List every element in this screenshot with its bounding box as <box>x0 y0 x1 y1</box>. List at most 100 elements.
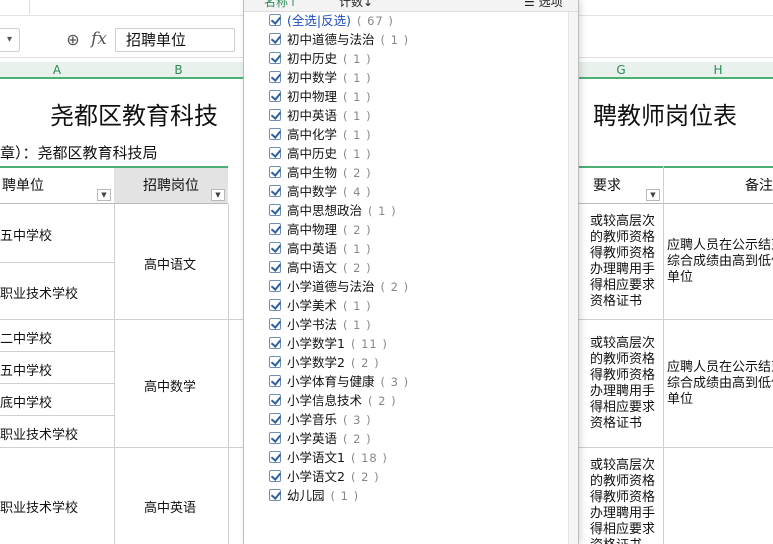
filter-item-label: 高中化学 <box>287 127 338 142</box>
options-button[interactable]: ☰ 选项 <box>524 0 563 10</box>
options-label: 选项 <box>538 0 563 9</box>
position-cell[interactable]: 高中英语 <box>144 497 196 516</box>
header-notes[interactable]: 备注 <box>663 166 773 204</box>
formula-input[interactable]: 招聘单位 <box>115 28 235 52</box>
checkbox-checked-icon[interactable] <box>269 375 281 387</box>
checkbox-checked-icon[interactable] <box>269 242 281 254</box>
checkbox-checked-icon[interactable] <box>269 223 281 235</box>
unit-cell[interactable]: 职业技术学校 <box>0 283 78 302</box>
filter-item-label: 初中英语 <box>287 108 338 123</box>
chevron-down-icon[interactable]: ▾ <box>0 28 20 52</box>
requirements-cell[interactable]: 或较高层次 的教师资格 得教师资格 办理聘用手 得相应要求 资格证书 <box>590 214 655 310</box>
filter-select-all[interactable]: (全选|反选) ( 67 ) <box>269 11 394 30</box>
column-header-h[interactable]: H <box>663 62 773 79</box>
filter-list-item[interactable]: 小学数学1 ( 11 ) <box>269 334 388 353</box>
filter-list-item[interactable]: 初中道德与法治 ( 1 ) <box>269 30 409 49</box>
filter-list-item[interactable]: 高中思想政治 ( 1 ) <box>269 201 397 220</box>
header-requirements[interactable]: 要求 ▼ <box>579 166 663 204</box>
checkbox-checked-icon[interactable] <box>269 432 281 444</box>
filter-list-item[interactable]: 高中化学 ( 1 ) <box>269 125 372 144</box>
unit-cell[interactable]: 底中学校 <box>0 392 52 411</box>
column-header-a[interactable]: A <box>0 62 114 79</box>
filter-list-item[interactable]: 高中生物 ( 2 ) <box>269 163 372 182</box>
checkbox-checked-icon[interactable] <box>269 109 281 121</box>
checkbox-checked-icon[interactable] <box>269 33 281 45</box>
filter-item-count: ( 2 ) <box>343 223 372 237</box>
header-unit[interactable]: 聘单位 ▼ <box>0 166 114 204</box>
filter-list-item[interactable]: 小学美术 ( 1 ) <box>269 296 372 315</box>
checkbox-checked-icon[interactable] <box>269 337 281 349</box>
filter-list-item[interactable]: 小学英语 ( 2 ) <box>269 429 372 448</box>
filter-list-item[interactable]: 初中历史 ( 1 ) <box>269 49 372 68</box>
requirements-cell[interactable]: 或较高层次 的教师资格 得教师资格 办理聘用手 得相应要求 资格证书 <box>590 458 655 544</box>
sheet-tab-fragment[interactable] <box>0 0 30 14</box>
requirements-cell[interactable]: 或较高层次 的教师资格 得教师资格 办理聘用手 得相应要求 资格证书 <box>590 336 655 432</box>
filter-list-item[interactable]: 高中语文 ( 2 ) <box>269 258 372 277</box>
select-all-label[interactable]: (全选|反选) <box>287 13 351 28</box>
checkbox-checked-icon[interactable] <box>269 90 281 102</box>
select-all-count: ( 67 ) <box>356 14 394 28</box>
checkbox-checked-icon[interactable] <box>269 128 281 140</box>
checkbox-checked-icon[interactable] <box>269 356 281 368</box>
checkbox-checked-icon[interactable] <box>269 71 281 83</box>
filter-list-item[interactable]: 高中历史 ( 1 ) <box>269 144 372 163</box>
checkbox-checked-icon[interactable] <box>269 413 281 425</box>
filter-item-count: ( 1 ) <box>343 90 372 104</box>
column-header-g[interactable]: G <box>579 62 663 79</box>
filter-list-item[interactable]: 小学语文1 ( 18 ) <box>269 448 388 467</box>
checkbox-checked-icon[interactable] <box>269 261 281 273</box>
filter-list-item[interactable]: 小学信息技术 ( 2 ) <box>269 391 397 410</box>
checkbox-checked-icon[interactable] <box>269 185 281 197</box>
header-unit-label: 聘单位 <box>2 178 44 194</box>
filter-list-item[interactable]: 小学体育与健康 ( 3 ) <box>269 372 409 391</box>
checkbox-checked-icon[interactable] <box>269 14 281 26</box>
filter-dropdown-icon[interactable]: ▼ <box>97 189 111 201</box>
checkbox-checked-icon[interactable] <box>269 52 281 64</box>
filter-list-item[interactable]: 幼儿园 ( 1 ) <box>269 486 359 505</box>
grid-line <box>228 204 229 544</box>
filter-list-item[interactable]: 初中英语 ( 1 ) <box>269 106 372 125</box>
column-header-b[interactable]: B <box>114 62 243 79</box>
unit-cell[interactable]: 职业技术学校 <box>0 424 78 443</box>
filter-list-item[interactable]: 高中物理 ( 2 ) <box>269 220 372 239</box>
sort-by-count-button[interactable]: 计数↓ <box>339 0 373 10</box>
filter-list-item[interactable]: 小学音乐 ( 3 ) <box>269 410 372 429</box>
header-position[interactable]: 招聘岗位 ▼ <box>114 166 228 204</box>
filter-list-item[interactable]: 小学数学2 ( 2 ) <box>269 353 380 372</box>
filter-list-item[interactable]: 高中英语 ( 1 ) <box>269 239 372 258</box>
position-cell[interactable]: 高中语文 <box>144 254 196 273</box>
header-requirements-label: 要求 <box>593 178 621 194</box>
unit-cell[interactable]: 五中学校 <box>0 360 52 379</box>
checkbox-checked-icon[interactable] <box>269 299 281 311</box>
filter-list-item[interactable]: 小学道德与法治 ( 2 ) <box>269 277 409 296</box>
checkbox-checked-icon[interactable] <box>269 166 281 178</box>
sort-by-name-button[interactable]: 名称↑ <box>264 0 298 10</box>
checkbox-checked-icon[interactable] <box>269 451 281 463</box>
scrollbar[interactable] <box>568 12 578 544</box>
unit-cell[interactable]: 职业技术学校 <box>0 497 78 516</box>
zoom-icon[interactable]: ⊕ <box>63 30 83 50</box>
position-cell[interactable]: 高中数学 <box>144 376 196 395</box>
filter-list-item[interactable]: 小学书法 ( 1 ) <box>269 315 372 334</box>
filter-list-item[interactable]: 初中数学 ( 1 ) <box>269 68 372 87</box>
filter-list-item[interactable]: 初中物理 ( 1 ) <box>269 87 372 106</box>
checkbox-checked-icon[interactable] <box>269 280 281 292</box>
checkbox-checked-icon[interactable] <box>269 147 281 159</box>
grid-line <box>0 351 114 352</box>
unit-cell[interactable]: 五中学校 <box>0 225 52 244</box>
checkbox-checked-icon[interactable] <box>269 204 281 216</box>
checkbox-checked-icon[interactable] <box>269 470 281 482</box>
notes-cell[interactable]: 应聘人员在公示结束 综合成绩由高到低依 单位 <box>667 238 773 286</box>
filter-dropdown-icon[interactable]: ▼ <box>211 189 225 201</box>
filter-list-item[interactable]: 小学语文2 ( 2 ) <box>269 467 380 486</box>
filter-list-item[interactable]: 高中数学 ( 4 ) <box>269 182 372 201</box>
checkbox-checked-icon[interactable] <box>269 489 281 501</box>
filter-item-count: ( 1 ) <box>380 33 410 47</box>
filter-dropdown-icon[interactable]: ▼ <box>646 189 660 201</box>
notes-cell[interactable]: 应聘人员在公示结束 综合成绩由高到低依 单位 <box>667 360 773 408</box>
checkbox-checked-icon[interactable] <box>269 394 281 406</box>
checkbox-checked-icon[interactable] <box>269 318 281 330</box>
fx-icon[interactable]: fx <box>91 29 107 49</box>
unit-cell[interactable]: 二中学校 <box>0 328 52 347</box>
grid-line <box>579 447 773 448</box>
